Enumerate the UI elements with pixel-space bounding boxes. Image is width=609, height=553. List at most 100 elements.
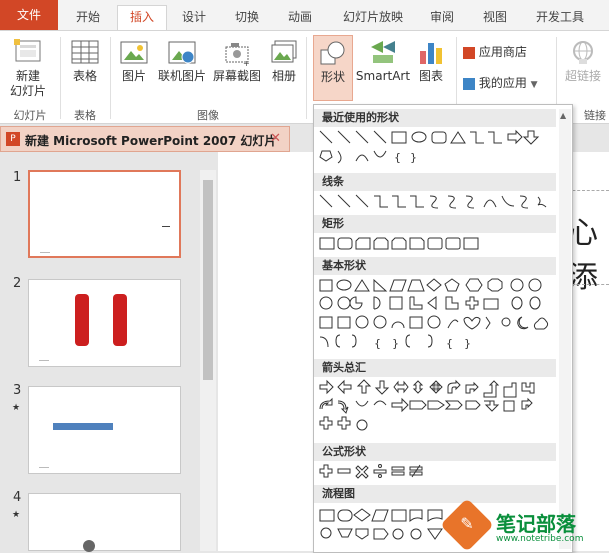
screenshot-button[interactable]: + 屏幕截图 — [210, 39, 264, 84]
picture-label: 图片 — [121, 69, 146, 83]
slide-thumbnail[interactable] — [28, 493, 181, 552]
new-slide-button[interactable]: 新建 幻灯片 — [4, 39, 52, 99]
slide-image — [83, 540, 95, 552]
gallery-scrollbar[interactable]: ▲ — [559, 109, 571, 549]
document-tab[interactable]: P 新建 Microsoft PowerPoint 2007 幻灯片 ✕ — [0, 126, 290, 152]
slide-text: 心添 — [568, 216, 598, 295]
chart-icon — [420, 43, 442, 64]
app-store-button[interactable]: 应用商店 — [463, 45, 543, 60]
slide-number: 1 — [13, 170, 22, 185]
tab-developer[interactable]: 开发工具 — [528, 6, 592, 28]
shape-row-equations[interactable] — [318, 463, 558, 481]
slide-shape — [53, 423, 113, 430]
svg-text:}: } — [464, 337, 471, 350]
screenshot-label: 屏幕截图 — [212, 69, 261, 83]
svg-text:}: } — [410, 151, 417, 164]
online-picture-button[interactable]: 联机图片 — [154, 39, 210, 84]
shape-row-basic[interactable]: {} {} — [318, 277, 558, 350]
separator — [60, 37, 61, 119]
hyperlink-icon — [573, 41, 593, 64]
album-label: 相册 — [271, 69, 296, 83]
slide-footer — [40, 252, 50, 253]
smartart-button[interactable]: SmartArt — [355, 39, 411, 84]
slide-image — [75, 294, 89, 346]
online-picture-icon — [168, 41, 196, 64]
tab-slideshow[interactable]: 幻灯片放映 — [335, 6, 411, 28]
shape-row-arrows[interactable] — [318, 379, 558, 431]
camera-icon: + — [225, 43, 250, 67]
rectangle-shapes-icons[interactable] — [318, 235, 558, 253]
tab-animations[interactable]: 动画 — [278, 6, 322, 28]
tab-review[interactable]: 审阅 — [420, 6, 464, 28]
my-apps-button[interactable]: 我的应用 ▼ — [463, 76, 551, 93]
tab-transitions[interactable]: 切换 — [225, 6, 269, 28]
thumbnail-scrollbar[interactable] — [200, 170, 216, 551]
section-basic-shapes: 基本形状 — [314, 257, 556, 275]
chart-button[interactable]: 图表 — [413, 39, 449, 84]
table-label: 表格 — [72, 69, 97, 83]
tab-design[interactable]: 设计 — [172, 6, 216, 28]
slide-footer — [39, 467, 49, 468]
shape-row-rectangles[interactable] — [318, 235, 558, 253]
section-rectangles: 矩形 — [314, 215, 556, 233]
my-apps-icon — [463, 77, 475, 90]
scroll-thumb[interactable] — [203, 180, 213, 380]
slide-number: 4 — [13, 490, 22, 505]
line-shapes-icons[interactable] — [318, 193, 558, 211]
tab-home[interactable]: 开始 — [66, 6, 110, 28]
tab-insert[interactable]: 插入 — [117, 5, 167, 32]
table-button[interactable]: 表格 — [64, 39, 106, 84]
svg-text:+: + — [243, 59, 250, 67]
picture-icon — [120, 41, 148, 64]
group-label-slides: 幻灯片 — [13, 109, 47, 122]
slide-thumbnail[interactable] — [28, 170, 181, 258]
group-label-tables: 表格 — [74, 109, 96, 122]
watermark-url: www.notetribe.com — [496, 534, 584, 544]
powerpoint-icon: P — [6, 132, 20, 146]
slide-thumbnail[interactable] — [28, 279, 181, 367]
picture-button[interactable]: 图片 — [116, 39, 152, 84]
shape-row-lines[interactable] — [318, 193, 558, 211]
slide-footer — [39, 360, 49, 361]
slide-image — [113, 294, 127, 346]
equation-shapes-icons[interactable] — [318, 463, 558, 481]
album-button[interactable]: 相册 — [266, 39, 302, 84]
hyperlink-button[interactable]: 超链接 — [561, 39, 605, 84]
chevron-down-icon: ▼ — [530, 80, 538, 90]
smartart-icon — [371, 41, 395, 63]
basic-shapes-icons[interactable]: {} {} — [318, 277, 558, 353]
shapes-gallery[interactable]: 最近使用的形状 {} 线条 矩形 基本形状 {} {} 箭头总汇 公式形状 … — [313, 104, 573, 553]
close-icon[interactable]: ✕ — [270, 131, 281, 146]
shapes-label: 形状 — [320, 70, 345, 84]
table-icon — [71, 40, 99, 64]
new-slide-icon — [14, 39, 41, 62]
group-label-links: 链接 — [584, 109, 606, 122]
section-equation-shapes: 公式形状 — [314, 443, 556, 461]
my-apps-label: 我的应用 — [478, 76, 527, 90]
arrow-shapes-icons[interactable] — [318, 379, 558, 439]
pen-icon: ✎ — [460, 514, 474, 533]
tab-file[interactable]: 文件 — [0, 0, 58, 30]
animation-star-icon: ★ — [12, 403, 21, 413]
recent-shapes-icons[interactable]: {} — [318, 129, 558, 169]
hyperlink-label: 超链接 — [564, 69, 601, 83]
shapes-button[interactable]: 形状 — [313, 35, 353, 101]
slide-content — [162, 226, 170, 227]
shape-row-recent[interactable]: {} — [318, 129, 558, 164]
animation-star-icon: ★ — [12, 510, 21, 520]
shapes-icon — [320, 41, 345, 65]
svg-text:{: { — [374, 337, 381, 350]
smartart-label: SmartArt — [355, 69, 411, 83]
document-title: 新建 Microsoft PowerPoint 2007 幻灯片 — [25, 134, 277, 148]
watermark: ✎ 笔记部落 www.notetribe.com — [440, 498, 609, 552]
svg-text:{: { — [394, 151, 401, 164]
slide-thumbnail[interactable] — [28, 386, 181, 474]
tab-view[interactable]: 视图 — [473, 6, 517, 28]
ribbon-tab-bar: 文件 开始 插入 设计 切换 动画 幻灯片放映 审阅 视图 开发工具 — [0, 0, 609, 32]
slide-number: 3 — [13, 383, 22, 398]
watermark-title: 笔记部落 — [496, 512, 576, 536]
scroll-up-icon[interactable]: ▲ — [560, 111, 566, 120]
svg-text:}: } — [392, 337, 399, 350]
new-slide-label: 新建 幻灯片 — [9, 69, 46, 98]
section-block-arrows: 箭头总汇 — [314, 359, 556, 377]
